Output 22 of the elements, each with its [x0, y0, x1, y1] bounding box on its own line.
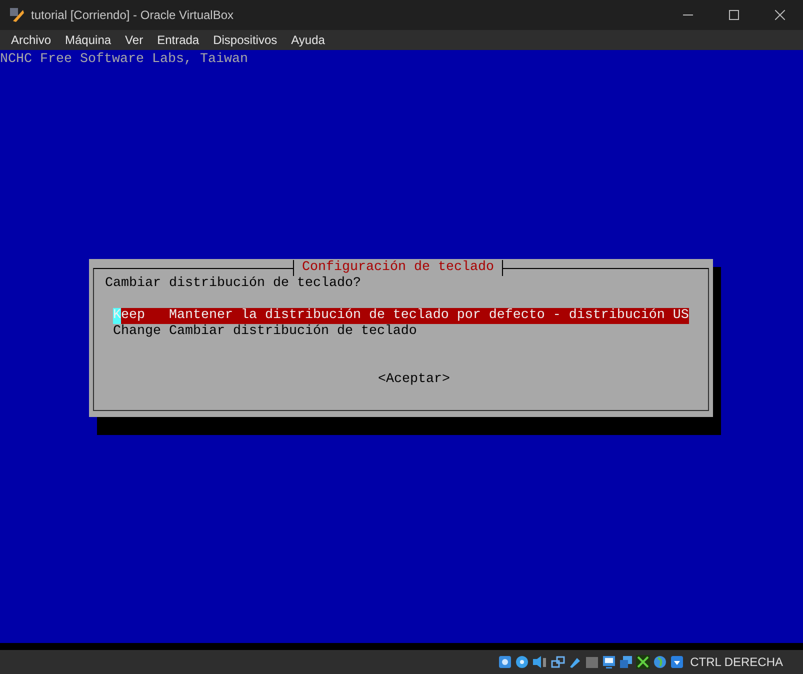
window-title: tutorial [Corriendo] - Oracle VirtualBox [31, 7, 234, 24]
globe-icon[interactable] [653, 655, 668, 669]
host-key-label: CTRL DERECHA [690, 654, 783, 671]
menu-item[interactable]: Ver [118, 31, 150, 49]
maximize-icon [729, 10, 739, 20]
menu-item[interactable]: Ayuda [284, 31, 332, 49]
accept-button[interactable]: <Aceptar> [378, 372, 450, 388]
speaker-icon[interactable] [532, 655, 548, 669]
app-logo-icon [9, 7, 25, 23]
console-text: NCHC Free Software Labs, Taiwan [0, 52, 248, 68]
dialog-title: Configuración de teclado [293, 260, 503, 276]
display-icon[interactable] [602, 655, 616, 669]
menu-option[interactable]: Change Cambiar distribución de teclado [113, 324, 689, 340]
menu-item[interactable]: Archivo [4, 31, 58, 49]
network-icon[interactable] [551, 655, 566, 669]
menu-item[interactable]: Máquina [58, 31, 118, 49]
dialog-question: Cambiar distribución de teclado? [105, 276, 361, 292]
menu-item[interactable]: Entrada [150, 31, 206, 49]
close-icon [775, 10, 785, 20]
optical-disc-icon[interactable] [515, 655, 530, 669]
download-icon[interactable] [670, 655, 684, 669]
menu-item[interactable]: Dispositivos [206, 31, 284, 49]
